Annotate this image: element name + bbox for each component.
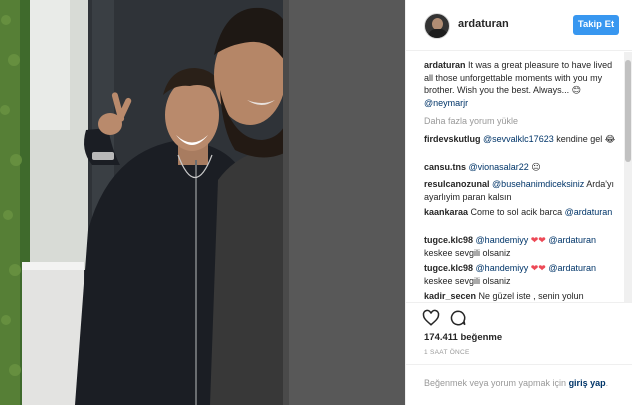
post-photo-illustration: [0, 0, 405, 405]
comment-text: ❤❤: [528, 235, 549, 245]
comment-mention-2[interactable]: @ardaturan: [548, 263, 596, 273]
comment-username[interactable]: firdevskutlug: [424, 134, 481, 144]
post-time[interactable]: 1 SAAT ÖNCE: [424, 349, 470, 356]
comment-username[interactable]: tugce.klc98: [424, 235, 473, 245]
follow-button[interactable]: Takip Et: [573, 15, 619, 35]
login-link[interactable]: giriş yap: [569, 378, 606, 388]
comment-icon-shape: [450, 310, 466, 326]
post-panel: ardaturan Takip Et ardaturan It was a gr…: [405, 0, 632, 405]
avatar[interactable]: [424, 13, 450, 39]
instagram-post: ardaturan Takip Et ardaturan It was a gr…: [0, 0, 632, 405]
comment-item: tugce.klc98 @handemiyy ❤❤ @ardaturan kes…: [424, 234, 620, 259]
comment-text-2: keskee sevgili olsaniz: [424, 275, 511, 286]
avatar-body: [428, 29, 448, 38]
add-comment-text: Beğenmek veya yorum yapmak için: [424, 378, 569, 388]
post-header: ardaturan Takip Et: [406, 0, 632, 51]
comment-mention-2[interactable]: @ardaturan: [548, 235, 596, 245]
add-comment-section: Beğenmek veya yorum yapmak için giriş ya…: [406, 364, 632, 406]
comment-mention[interactable]: @busehanimdiceksiniz: [492, 179, 584, 189]
heart-icon[interactable]: [422, 309, 442, 329]
scrollbar-thumb[interactable]: [625, 60, 631, 162]
add-comment-prompt: Beğenmek veya yorum yapmak için giriş ya…: [424, 377, 624, 389]
comment-mention[interactable]: @sevvalklc17623: [483, 134, 554, 144]
comment-username[interactable]: resulcanozunal: [424, 179, 490, 189]
comment-text: Come to sol acik barca: [468, 207, 565, 217]
comment-text: kendine gel 😂: [553, 134, 616, 144]
caption-mention[interactable]: @neymarjr: [424, 98, 468, 108]
comment-mention[interactable]: @ardaturan: [565, 207, 613, 217]
comment-item: tugce.klc98 @handemiyy ❤❤ @ardaturan kes…: [424, 262, 620, 287]
comment-item: firdevskutlug @sevvalklc17623 kendine ge…: [424, 133, 620, 146]
header-username[interactable]: ardaturan: [458, 18, 509, 30]
comment-item: resulcanozunal @busehanimdiceksiniz Arda…: [424, 178, 620, 203]
comment-icon[interactable]: [449, 309, 469, 329]
comment-item: kadir_secen Ne güzel iste , senin yolun: [424, 290, 620, 302]
load-more-comments[interactable]: Daha fazla yorum yükle: [424, 115, 620, 128]
comments-list: ardaturan It was a great pleasure to hav…: [406, 52, 624, 302]
comment-item: kaankaraa Come to sol acik barca @ardatu…: [424, 206, 620, 219]
comment-text-2: keskee sevgili olsaniz: [424, 247, 511, 258]
add-comment-end: .: [605, 378, 609, 388]
post-actions: 174.411 beğenme 1 SAAT ÖNCE Beğenmek vey…: [406, 302, 632, 402]
comment-username[interactable]: kaankaraa: [424, 207, 468, 217]
comment-text: ❤❤: [528, 263, 549, 273]
comment-text: Ne güzel iste , senin yolun: [476, 291, 584, 301]
comment-mention[interactable]: @vionasalar22: [469, 162, 529, 172]
comment-text: 😐: [528, 162, 541, 172]
likes-count[interactable]: 174.411 beğenme: [424, 332, 502, 343]
post-photo[interactable]: [0, 0, 405, 405]
comment-username[interactable]: kadir_secen: [424, 291, 476, 301]
comment-username[interactable]: tugce.klc98: [424, 263, 473, 273]
heart-icon-shape: [422, 309, 440, 326]
comments-scrollbar[interactable]: [624, 52, 632, 302]
caption-username[interactable]: ardaturan: [424, 60, 466, 70]
caption: ardaturan It was a great pleasure to hav…: [424, 59, 620, 109]
comment-username[interactable]: cansu.tns: [424, 162, 466, 172]
comment-item: cansu.tns @vionasalar22 😐: [424, 161, 620, 174]
comment-mention[interactable]: @handemiyy: [476, 235, 529, 245]
comment-mention[interactable]: @handemiyy: [476, 263, 529, 273]
